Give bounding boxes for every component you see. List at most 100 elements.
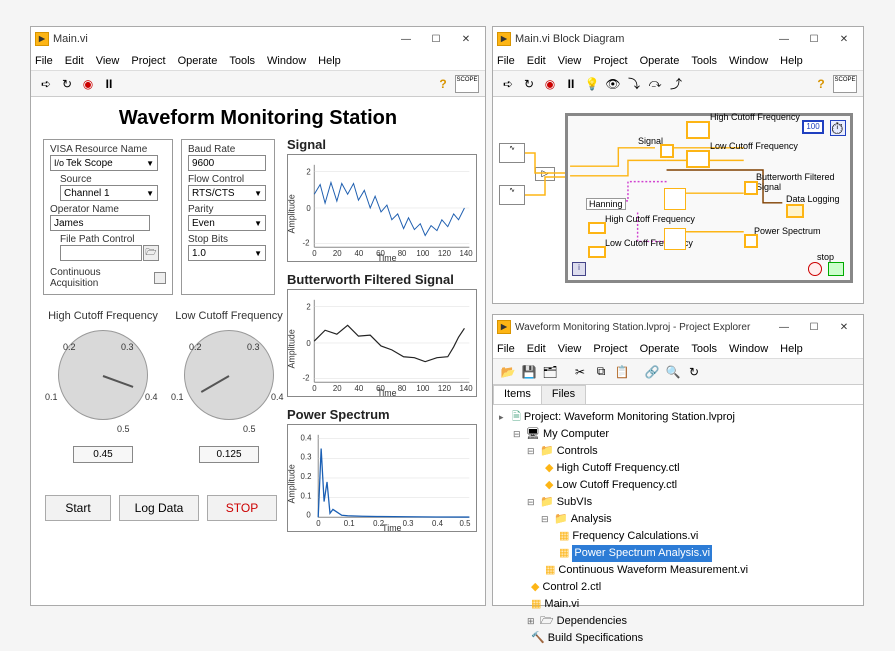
menu-tools[interactable]: Tools <box>691 55 717 67</box>
filter-subvi[interactable] <box>664 188 686 210</box>
stop-terminal[interactable] <box>828 262 844 276</box>
copy-icon[interactable]: ⧉ <box>592 363 610 381</box>
saveall-button[interactable]: 🗂 <box>541 363 559 381</box>
start-button[interactable]: Start <box>45 495 111 521</box>
menu-help[interactable]: Help <box>780 343 803 355</box>
menu-edit[interactable]: Edit <box>527 55 546 67</box>
operator-input[interactable]: James <box>50 215 150 231</box>
close-button[interactable]: ✕ <box>829 316 859 338</box>
ps-indicator[interactable] <box>744 234 758 248</box>
menu-operate[interactable]: Operate <box>640 343 680 355</box>
paste-icon[interactable]: 📋 <box>613 363 631 381</box>
wait-node[interactable]: ⏱ <box>830 120 846 136</box>
menu-view[interactable]: View <box>558 55 582 67</box>
pause-button[interactable]: II <box>562 75 580 93</box>
hcf-control[interactable] <box>588 222 606 234</box>
front-titlebar[interactable]: Main.vi — ☐ ✕ <box>31 27 485 51</box>
retain-button[interactable]: 👁 <box>604 75 622 93</box>
menu-edit[interactable]: Edit <box>527 343 546 355</box>
hcf-value[interactable]: 0.45 <box>73 446 133 463</box>
block-diagram-body[interactable]: High Cutoff Frequency Low Cutoff Frequen… <box>493 97 863 303</box>
source-select[interactable]: Channel 1▼ <box>60 185 158 201</box>
loop-condition[interactable] <box>808 262 822 276</box>
help-icon[interactable]: ? <box>812 75 830 93</box>
tree-lcf-ctl[interactable]: ◆Low Cutoff Frequency.ctl <box>499 477 857 494</box>
menu-project[interactable]: Project <box>593 55 627 67</box>
proj-titlebar[interactable]: Waveform Monitoring Station.lvproj - Pro… <box>493 315 863 339</box>
tree-controls-folder[interactable]: ⊟📁Controls <box>499 443 857 460</box>
menu-help[interactable]: Help <box>780 55 803 67</box>
highlight-button[interactable]: 💡 <box>583 75 601 93</box>
baud-input[interactable]: 9600 <box>188 155 266 171</box>
menu-window[interactable]: Window <box>729 343 768 355</box>
tree-control2[interactable]: ◆Control 2.ctl <box>499 579 857 596</box>
save-button[interactable]: 💾 <box>520 363 538 381</box>
step-out-button[interactable]: ⤴ <box>667 75 685 93</box>
close-button[interactable]: ✕ <box>451 28 481 50</box>
maximize-button[interactable]: ☐ <box>421 28 451 50</box>
menu-window[interactable]: Window <box>267 55 306 67</box>
datalogging-subvi[interactable] <box>786 204 804 218</box>
menu-view[interactable]: View <box>96 55 120 67</box>
constant-100[interactable]: 100 <box>802 120 824 134</box>
minimize-button[interactable]: — <box>391 28 421 50</box>
tab-items[interactable]: Items <box>493 385 542 404</box>
menu-tools[interactable]: Tools <box>229 55 255 67</box>
while-loop[interactable]: High Cutoff Frequency Low Cutoff Frequen… <box>565 113 853 283</box>
menu-operate[interactable]: Operate <box>640 55 680 67</box>
tree-mainvi[interactable]: ▦Main.vi <box>499 596 857 613</box>
lcf-control[interactable] <box>588 246 606 258</box>
resolve-icon[interactable]: 🔗 <box>643 363 661 381</box>
close-button[interactable]: ✕ <box>829 28 859 50</box>
run-button[interactable]: ➪ <box>499 75 517 93</box>
tab-files[interactable]: Files <box>541 385 586 404</box>
tree-project-root[interactable]: ▸🗎Project: Waveform Monitoring Station.l… <box>499 409 857 426</box>
browse-button[interactable]: 🗁 <box>143 245 159 261</box>
abort-button[interactable]: ◉ <box>79 75 97 93</box>
spectrum-subvi[interactable] <box>664 228 686 250</box>
continuous-checkbox[interactable] <box>154 272 166 284</box>
hcf-terminal[interactable] <box>686 121 710 139</box>
run-continuous-button[interactable]: ↻ <box>520 75 538 93</box>
help-icon[interactable]: ? <box>434 75 452 93</box>
tree-dependencies[interactable]: ⊞🗁Dependencies <box>499 613 857 630</box>
filter-icon[interactable]: 🔍 <box>664 363 682 381</box>
menu-help[interactable]: Help <box>318 55 341 67</box>
tree-subvis-folder[interactable]: ⊟📁SubVIs <box>499 494 857 511</box>
vi-icon[interactable]: SCOPE <box>455 75 479 93</box>
minimize-button[interactable]: — <box>769 316 799 338</box>
stop-button[interactable]: STOP <box>207 495 277 521</box>
tree-psanalysis-vi[interactable]: ▦Power Spectrum Analysis.vi <box>499 545 857 562</box>
lcf-value[interactable]: 0.125 <box>199 446 259 463</box>
maximize-button[interactable]: ☐ <box>799 316 829 338</box>
tree-build[interactable]: 🔨Build Specifications <box>499 630 857 647</box>
project-tree[interactable]: ▸🗎Project: Waveform Monitoring Station.l… <box>493 405 863 651</box>
tree-freqcalc-vi[interactable]: ▦Frequency Calculations.vi <box>499 528 857 545</box>
signal-indicator[interactable] <box>660 144 674 158</box>
menu-tools[interactable]: Tools <box>691 343 717 355</box>
menu-project[interactable]: Project <box>131 55 165 67</box>
bfs-indicator[interactable] <box>744 181 758 195</box>
filepath-input[interactable] <box>60 245 142 261</box>
menu-file[interactable]: File <box>497 343 515 355</box>
menu-view[interactable]: View <box>558 343 582 355</box>
refresh-icon[interactable]: ↻ <box>685 363 703 381</box>
run-button[interactable]: ➪ <box>37 75 55 93</box>
hanning-constant[interactable]: Hanning <box>586 198 626 210</box>
menu-operate[interactable]: Operate <box>178 55 218 67</box>
abort-button[interactable]: ◉ <box>541 75 559 93</box>
cut-icon[interactable]: ✂ <box>571 363 589 381</box>
parity-select[interactable]: Even▼ <box>188 215 266 231</box>
visa-resource-select[interactable]: I/oTek Scope▼ <box>50 155 158 171</box>
tree-analysis-folder[interactable]: ⊟📁Analysis <box>499 511 857 528</box>
pause-button[interactable]: II <box>100 75 118 93</box>
run-continuous-button[interactable]: ↻ <box>58 75 76 93</box>
vi-icon[interactable]: SCOPE <box>833 75 857 93</box>
maximize-button[interactable]: ☐ <box>799 28 829 50</box>
open-button[interactable]: 📂 <box>499 363 517 381</box>
stopbits-select[interactable]: 1.0▼ <box>188 245 266 261</box>
menu-file[interactable]: File <box>35 55 53 67</box>
flow-select[interactable]: RTS/CTS▼ <box>188 185 266 201</box>
tree-cwm-vi[interactable]: ▦Continuous Waveform Measurement.vi <box>499 562 857 579</box>
tree-hcf-ctl[interactable]: ◆High Cutoff Frequency.ctl <box>499 460 857 477</box>
